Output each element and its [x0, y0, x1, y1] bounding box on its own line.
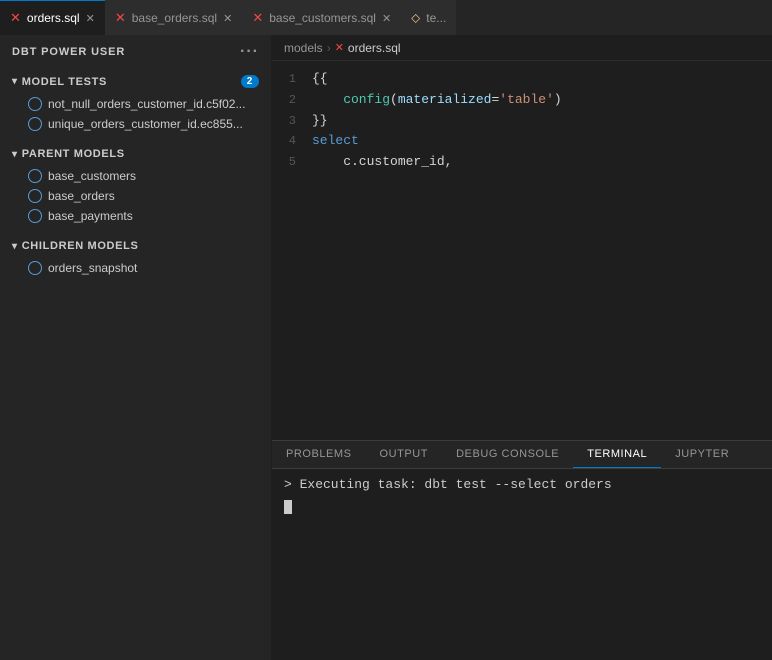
tab-icon-base-orders: ✕	[115, 10, 126, 26]
terminal-tab-bar: PROBLEMS OUTPUT DEBUG CONSOLE TERMINAL J…	[272, 441, 772, 469]
chevron-children-models: ▾	[12, 241, 18, 252]
tab-label-orders: orders.sql	[27, 11, 80, 25]
test-label-2: unique_orders_customer_id.ec855...	[48, 117, 243, 131]
chevron-model-tests: ▾	[12, 76, 18, 87]
tab-orders-sql[interactable]: ✕ orders.sql ✕	[0, 0, 105, 35]
sidebar-header: DBT POWER USER ···	[0, 35, 271, 69]
section-label-model-tests: MODEL TESTS	[22, 76, 107, 88]
parent-label-2: base_orders	[48, 189, 115, 203]
tab-icon-base-customers: ✕	[252, 10, 263, 26]
code-editor[interactable]: 1 {{ 2 config(materialized='table') 3 }}…	[272, 61, 772, 440]
test-label-1: not_null_orders_customer_id.c5f02...	[48, 97, 245, 111]
editor-area: models › ✕ orders.sql 1 {{ 2 config(mate…	[272, 35, 772, 660]
breadcrumb-separator: ›	[327, 41, 331, 55]
tab-bar: ✕ orders.sql ✕ ✕ base_orders.sql ✕ ✕ bas…	[0, 0, 772, 35]
breadcrumb: models › ✕ orders.sql	[272, 35, 772, 61]
tab-close-base-orders[interactable]: ✕	[223, 12, 232, 25]
line-content-5: c.customer_id,	[312, 152, 452, 173]
tab-icon-extra: ⬦	[411, 10, 420, 26]
terminal-prompt: > Executing task: dbt test --select orde…	[284, 477, 612, 492]
terminal-tab-output[interactable]: OUTPUT	[366, 440, 443, 468]
parent-icon-3	[28, 209, 42, 223]
terminal-cursor	[284, 500, 292, 514]
code-line-5: 5 c.customer_id,	[272, 152, 772, 173]
sidebar: DBT POWER USER ··· ▾ MODEL TESTS 2 not_n…	[0, 35, 272, 660]
sidebar-item-test-1[interactable]: not_null_orders_customer_id.c5f02...	[0, 94, 271, 114]
tab-label-extra: te...	[426, 11, 446, 25]
line-num-2: 2	[272, 91, 312, 110]
tab-extra[interactable]: ⬦ te...	[401, 0, 456, 35]
code-line-4: 4 select	[272, 131, 772, 152]
section-children-models[interactable]: ▾ CHILDREN MODELS	[0, 234, 271, 258]
line-num-3: 3	[272, 112, 312, 131]
line-num-5: 5	[272, 153, 312, 172]
main-area: DBT POWER USER ··· ▾ MODEL TESTS 2 not_n…	[0, 35, 772, 660]
tab-label-base-customers: base_customers.sql	[269, 11, 376, 25]
parent-icon-2	[28, 189, 42, 203]
sidebar-item-test-2[interactable]: unique_orders_customer_id.ec855...	[0, 114, 271, 134]
breadcrumb-file: orders.sql	[348, 41, 401, 55]
chevron-parent-models: ▾	[12, 149, 18, 160]
tab-close-base-customers[interactable]: ✕	[382, 12, 391, 25]
section-label-children-models: CHILDREN MODELS	[22, 240, 139, 252]
badge-model-tests: 2	[241, 75, 259, 88]
code-line-1: 1 {{	[272, 69, 772, 90]
tab-icon-orders: ✕	[10, 10, 21, 26]
child-icon-1	[28, 261, 42, 275]
code-line-2: 2 config(materialized='table')	[272, 90, 772, 111]
tab-base-customers-sql[interactable]: ✕ base_customers.sql ✕	[242, 0, 401, 35]
divider-2	[0, 226, 271, 234]
tab-close-orders[interactable]: ✕	[86, 12, 95, 25]
line-content-2: config(materialized='table')	[312, 90, 562, 111]
divider-1	[0, 134, 271, 142]
line-num-1: 1	[272, 70, 312, 89]
sidebar-item-base-payments[interactable]: base_payments	[0, 206, 271, 226]
terminal-tab-problems[interactable]: PROBLEMS	[272, 440, 366, 468]
child-label-1: orders_snapshot	[48, 261, 137, 275]
sidebar-item-orders-snapshot[interactable]: orders_snapshot	[0, 258, 271, 278]
section-model-tests[interactable]: ▾ MODEL TESTS 2	[0, 69, 271, 94]
terminal-content[interactable]: > Executing task: dbt test --select orde…	[272, 469, 772, 660]
section-parent-models[interactable]: ▾ PARENT MODELS	[0, 142, 271, 166]
terminal-panel: PROBLEMS OUTPUT DEBUG CONSOLE TERMINAL J…	[272, 440, 772, 660]
code-line-3: 3 }}	[272, 111, 772, 132]
breadcrumb-folder: models	[284, 41, 323, 55]
line-content-4: select	[312, 131, 359, 152]
parent-label-3: base_payments	[48, 209, 133, 223]
section-label-parent-models: PARENT MODELS	[22, 148, 125, 160]
terminal-command-line: > Executing task: dbt test --select orde…	[284, 477, 760, 492]
breadcrumb-file-icon: ✕	[335, 41, 344, 54]
test-icon-2	[28, 117, 42, 131]
tab-label-base-orders: base_orders.sql	[132, 11, 217, 25]
line-content-3: }}	[312, 111, 328, 132]
terminal-tab-jupyter[interactable]: JUPYTER	[661, 440, 743, 468]
tab-base-orders-sql[interactable]: ✕ base_orders.sql ✕	[105, 0, 243, 35]
test-icon-1	[28, 97, 42, 111]
terminal-tab-terminal[interactable]: TERMINAL	[573, 440, 661, 468]
terminal-tab-debug-console[interactable]: DEBUG CONSOLE	[442, 440, 573, 468]
sidebar-menu-button[interactable]: ···	[240, 43, 259, 61]
line-content-1: {{	[312, 69, 328, 90]
parent-icon-1	[28, 169, 42, 183]
line-num-4: 4	[272, 132, 312, 151]
sidebar-item-base-orders[interactable]: base_orders	[0, 186, 271, 206]
parent-label-1: base_customers	[48, 169, 136, 183]
app-title: DBT POWER USER	[12, 46, 125, 58]
terminal-cursor-line	[284, 492, 760, 514]
sidebar-item-base-customers[interactable]: base_customers	[0, 166, 271, 186]
